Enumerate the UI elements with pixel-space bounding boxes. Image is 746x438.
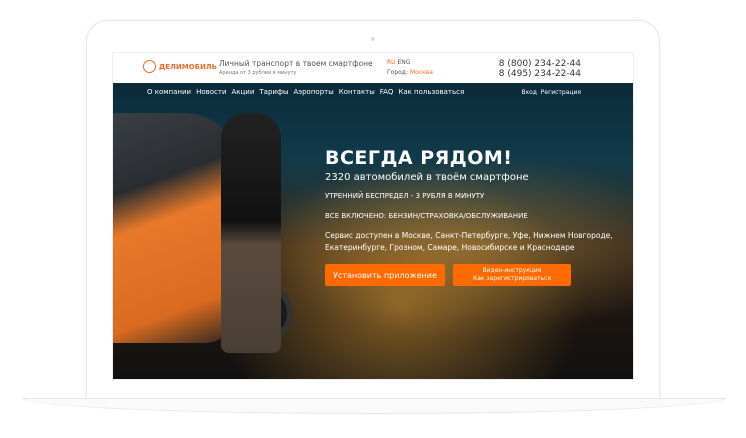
hero-content: ВСЕГДА РЯДОМ! 2320 автомобилей в твоём с… xyxy=(325,147,615,286)
main-nav: О компании Новости Акции Тарифы Аэропорт… xyxy=(113,83,633,101)
install-app-button[interactable]: Установить приложение xyxy=(325,264,445,286)
lang-ru[interactable]: RU xyxy=(387,59,396,66)
login-link[interactable]: Вход xyxy=(521,89,537,96)
logo-text: ДЕЛИМОБИЛЬ xyxy=(159,62,217,71)
tagline: Личный транспорт в твоем смартфоне Аренда… xyxy=(219,59,373,76)
register-link[interactable]: Регистрация xyxy=(541,89,581,96)
phone-1[interactable]: 8 (800) 234-22-44 xyxy=(499,59,581,69)
city-select[interactable]: Москва xyxy=(410,69,433,76)
auth-links: Вход Регистрация xyxy=(521,89,581,96)
video-line2: Как зарегистрироваться xyxy=(472,275,552,282)
cities-description: Сервис доступен в Москве, Санкт-Петербур… xyxy=(325,231,613,252)
nav-tariffs[interactable]: Тарифы xyxy=(259,88,288,96)
tagline-text: Личный транспорт в твоем смартфоне xyxy=(219,59,373,68)
hero: О компании Новости Акции Тарифы Аэропорт… xyxy=(113,83,633,379)
included-line: ВСЕ ВКЛЮЧЕНО: БЕНЗИН/СТРАХОВКА/ОБСЛУЖИВА… xyxy=(325,212,528,220)
screen: ДЕЛИМОБИЛЬ Личный транспорт в твоем смар… xyxy=(112,52,634,380)
hero-subtitle: 2320 автомобилей в твоём смартфоне xyxy=(325,172,529,183)
nav-airports[interactable]: Аэропорты xyxy=(293,88,333,96)
nav-how-to[interactable]: Как пользоваться xyxy=(398,88,464,96)
nav-news[interactable]: Новости xyxy=(196,88,226,96)
lang-en[interactable]: ENG xyxy=(397,59,410,66)
logo[interactable]: ДЕЛИМОБИЛЬ xyxy=(143,60,217,73)
city-label: Город: xyxy=(387,69,408,76)
logo-icon xyxy=(143,60,156,73)
person-image xyxy=(221,113,281,353)
camera xyxy=(371,37,375,41)
promo-line: УТРЕННИЙ БЕСПРЕДЕЛ - 3 РУБЛЯ В МИНУТУ xyxy=(325,192,485,200)
nav-contacts[interactable]: Контакты xyxy=(339,88,375,96)
video-line1: Видео-инструкция xyxy=(482,267,542,274)
video-instruction-button[interactable]: Видео-инструкция Как зарегистрироваться xyxy=(453,264,571,286)
nav-promos[interactable]: Акции xyxy=(232,88,255,96)
site-header: ДЕЛИМОБИЛЬ Личный транспорт в твоем смар… xyxy=(113,53,633,83)
hero-title: ВСЕГДА РЯДОМ! xyxy=(325,147,513,169)
laptop-base xyxy=(22,398,726,414)
nav-about[interactable]: О компании xyxy=(147,88,191,96)
phones: 8 (800) 234-22-44 8 (495) 234-22-44 xyxy=(499,59,581,79)
nav-faq[interactable]: FAQ xyxy=(380,88,394,96)
lang-city: RU ENG Город: Москва xyxy=(387,59,433,76)
tagline-sub: Аренда от 3 рублей в минуту xyxy=(219,70,297,76)
phone-2[interactable]: 8 (495) 234-22-44 xyxy=(499,69,581,79)
